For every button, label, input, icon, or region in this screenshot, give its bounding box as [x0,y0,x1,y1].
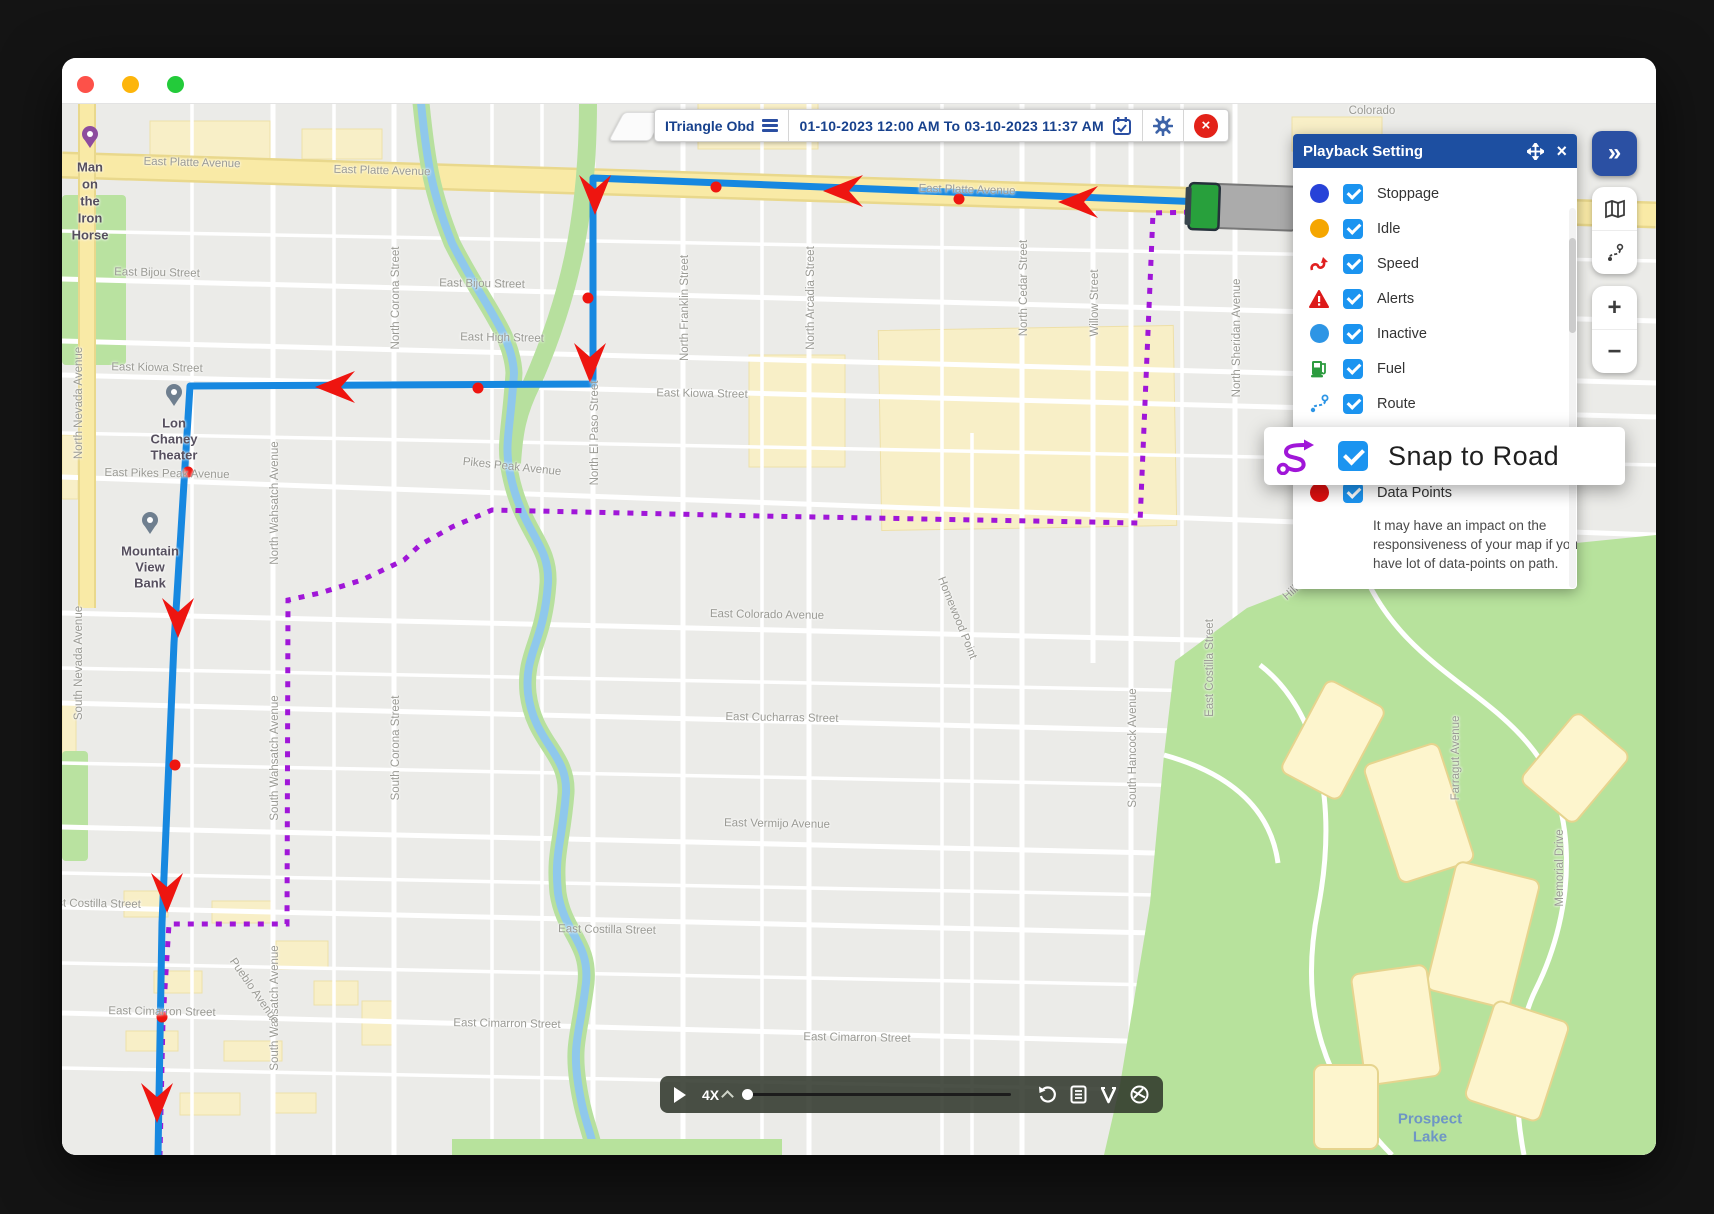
speed-checkbox[interactable] [1343,254,1363,274]
move-icon[interactable] [1527,143,1544,160]
row-stoppage: Stoppage [1293,176,1577,211]
playback-speed-control[interactable]: 4X [702,1087,732,1103]
row-inactive: Inactive [1293,316,1577,351]
stoppage-checkbox[interactable] [1343,184,1363,204]
route-overview-button[interactable] [1592,231,1637,274]
top-toolbar: ITriangle Obd 01-10-2023 12:00 AM To 03-… [654,109,1229,142]
speed-curve-icon [1307,255,1331,273]
stoppage-label: Stoppage [1377,186,1439,202]
playback-slider[interactable] [742,1076,1011,1113]
slider-track[interactable] [751,1093,1011,1097]
snap-to-road-checkbox[interactable] [1338,441,1368,471]
close-playback-button[interactable]: × [1184,110,1228,141]
route-icon [1605,243,1625,263]
replay-button[interactable] [1038,1085,1057,1104]
replay-icon [1038,1085,1057,1104]
snap-to-road-callout: Snap to Road [1264,427,1625,485]
playback-setting-panel: Playback Setting × Stoppage Idle [1293,134,1577,589]
desktop: { "toolbar": { "device_name": "ITriangle… [0,0,1714,1214]
v-marker-icon [1100,1086,1117,1104]
settings-button[interactable] [1143,110,1184,141]
idle-circle-icon [1307,219,1331,238]
route-data-point[interactable] [583,293,594,304]
document-icon [1070,1085,1087,1104]
panel-close-icon[interactable]: × [1556,141,1567,162]
window-titlebar [62,58,1656,104]
inactive-label: Inactive [1377,326,1427,342]
globe-icon [1130,1085,1149,1104]
zoom-out-button[interactable]: − [1592,330,1637,373]
row-alerts: Alerts [1293,281,1577,316]
app-window: East Platte AvenueEast Platte AvenueEast… [62,58,1656,1155]
map-icon [1604,199,1626,219]
map-type-button[interactable] [1592,187,1637,231]
double-chevron-right-icon: » [1608,139,1621,166]
idle-label: Idle [1377,221,1400,237]
panel-scrollbar[interactable] [1569,208,1576,588]
speed-value: 4X [702,1087,719,1103]
snap-to-road-label: Snap to Road [1388,441,1559,472]
panel-title: Playback Setting [1303,143,1515,160]
follow-vehicle-button[interactable] [1100,1086,1117,1104]
route-data-point[interactable] [183,467,194,478]
snap-route-icon [1276,437,1322,475]
panel-header[interactable]: Playback Setting × [1293,134,1577,168]
row-speed: Speed [1293,246,1577,281]
inactive-circle-icon [1307,324,1331,343]
idle-checkbox[interactable] [1343,219,1363,239]
row-idle: Idle [1293,211,1577,246]
minus-icon: − [1607,338,1621,366]
device-selector[interactable]: ITriangle Obd [655,110,789,141]
route-label: Route [1377,396,1416,412]
minimize-window-button[interactable] [122,76,139,93]
row-route: Route [1293,386,1577,421]
route-data-point[interactable] [711,182,722,193]
close-window-button[interactable] [77,76,94,93]
device-list-icon[interactable] [762,117,778,135]
poi-marker-dot [87,131,93,137]
gear-icon[interactable] [1153,116,1173,136]
playback-control-bar: 4X [660,1076,1163,1113]
data-points-circle-icon [1307,483,1331,502]
date-range-text: 01-10-2023 12:00 AM To 03-10-2023 11:37 … [799,118,1103,134]
fuel-checkbox[interactable] [1343,359,1363,379]
data-points-label: Data Points [1377,485,1452,501]
speed-chevron-icon [721,1090,734,1103]
alerts-label: Alerts [1377,291,1414,307]
poi-marker-dot [147,517,153,523]
route-data-point[interactable] [170,760,181,771]
zoom-in-button[interactable]: + [1592,286,1637,330]
route-data-point[interactable] [157,1012,168,1023]
collapse-panel-button[interactable]: » [1592,131,1637,176]
date-range-selector[interactable]: 01-10-2023 12:00 AM To 03-10-2023 11:37 … [789,110,1142,141]
close-icon[interactable]: × [1194,114,1218,138]
maximize-window-button[interactable] [167,76,184,93]
data-points-description: It may have an impact on the responsiven… [1373,516,1587,573]
play-button[interactable] [674,1087,686,1103]
vehicle-truck-icon[interactable] [1184,183,1296,233]
calendar-icon[interactable] [1112,116,1132,136]
inactive-checkbox[interactable] [1343,324,1363,344]
panel-body: Stoppage Idle Speed [1293,168,1577,589]
plus-icon: + [1607,294,1621,322]
fuel-label: Fuel [1377,361,1405,377]
device-name: ITriangle Obd [665,118,754,134]
row-fuel: Fuel [1293,351,1577,386]
data-points-checkbox[interactable] [1343,483,1363,503]
speed-label: Speed [1377,256,1419,272]
route-checkbox[interactable] [1343,394,1363,414]
zoom-controls: + − [1592,286,1637,373]
route-data-point[interactable] [954,194,965,205]
alerts-checkbox[interactable] [1343,289,1363,309]
trip-summary-button[interactable] [1070,1085,1087,1104]
route-path-icon [1307,394,1331,414]
fuel-pump-icon [1307,359,1331,378]
route-data-point[interactable] [473,383,484,394]
stoppage-circle-icon [1307,184,1331,203]
alert-triangle-icon [1307,290,1331,308]
slider-knob[interactable] [742,1089,753,1100]
map-mode-controls [1592,187,1637,274]
poi-marker-dot [171,389,177,395]
earth-view-button[interactable] [1130,1085,1149,1104]
